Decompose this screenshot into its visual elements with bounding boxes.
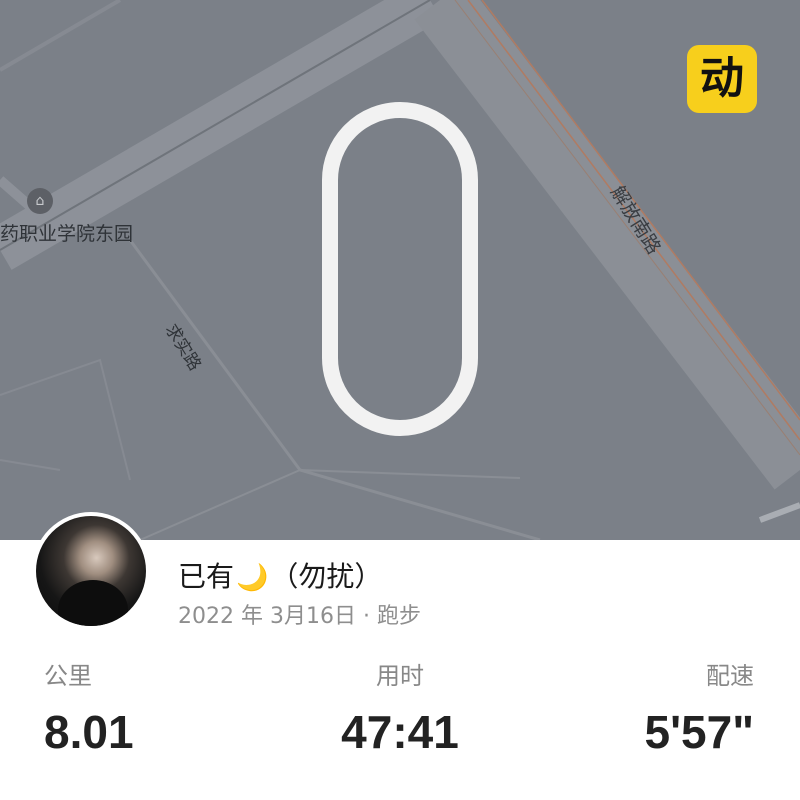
pace-label: 配速 <box>706 662 754 690</box>
avatar-photo <box>36 516 146 626</box>
distance-value: 8.01 <box>44 706 134 758</box>
activity-date: 2022 年 3月16日 <box>178 604 356 629</box>
route-map[interactable]: ⌂ 药职业学院东园 求实路 解放南路 动 <box>0 0 800 540</box>
meta-separator: · <box>362 604 370 629</box>
activity-meta: 2022 年 3月16日 · 跑步 <box>178 598 421 630</box>
time-label: 用时 <box>376 662 424 690</box>
map-label-campus: 药职业学院东园 <box>0 223 134 245</box>
map-roads <box>0 0 800 540</box>
username-suffix: （勿扰） <box>270 560 383 593</box>
moon-icon: 🌙 <box>236 563 269 593</box>
avatar[interactable] <box>32 512 150 630</box>
username[interactable]: 已有🌙（勿扰） <box>178 555 382 595</box>
stat-time: 用时 47:41 <box>335 656 465 759</box>
app-logo-icon[interactable]: 动 <box>687 45 757 113</box>
distance-label: 公里 <box>44 662 92 690</box>
school-icon: ⌂ <box>27 188 53 214</box>
stat-pace: 配速 5'57" <box>645 656 755 759</box>
pace-value: 5'57" <box>644 706 755 758</box>
run-summary-screen: ⌂ 药职业学院东园 求实路 解放南路 动 已有🌙（勿扰） 2022 年 3月16… <box>0 0 800 800</box>
time-value: 47:41 <box>341 706 459 758</box>
stat-distance: 公里 8.01 <box>44 656 134 759</box>
username-text: 已有 <box>178 560 235 593</box>
activity-type: 跑步 <box>376 604 421 629</box>
run-route <box>322 102 478 436</box>
